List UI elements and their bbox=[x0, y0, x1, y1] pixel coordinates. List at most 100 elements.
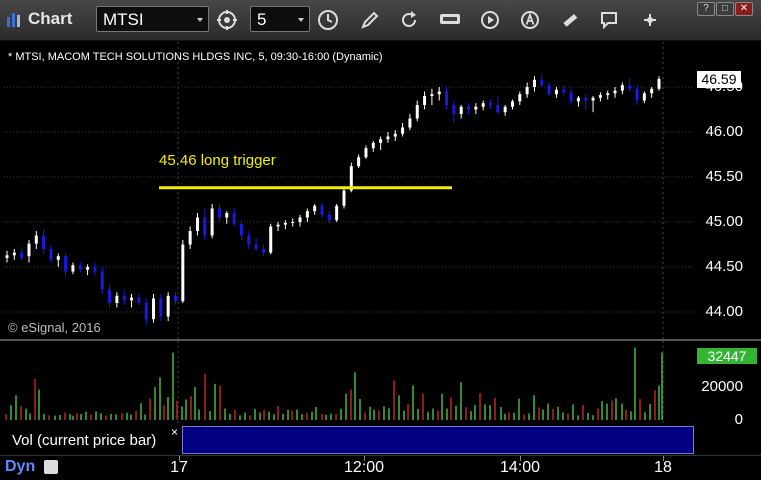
candle-body bbox=[232, 213, 236, 224]
candle-body bbox=[430, 94, 434, 96]
candle-body bbox=[642, 93, 646, 101]
candle-body bbox=[78, 265, 82, 270]
candle-body bbox=[437, 91, 441, 95]
candle-body bbox=[130, 297, 134, 301]
tools-icon[interactable] bbox=[556, 6, 584, 34]
study-legend-box[interactable] bbox=[182, 426, 694, 454]
candle-body bbox=[576, 97, 580, 102]
candle-body bbox=[628, 85, 632, 89]
candle-body bbox=[452, 105, 456, 114]
toolbar: Chart MTSI 5 ? □ ✕ bbox=[0, 0, 761, 41]
candle-body bbox=[122, 295, 126, 301]
candle-body bbox=[386, 136, 390, 140]
candle-body bbox=[379, 139, 383, 143]
candle-body bbox=[357, 157, 361, 167]
candle-body bbox=[291, 222, 295, 223]
refresh-icon[interactable] bbox=[395, 6, 423, 34]
candle-body bbox=[657, 78, 661, 89]
candle-body bbox=[195, 217, 199, 231]
candle-body bbox=[525, 87, 529, 95]
comment-icon[interactable] bbox=[595, 6, 623, 34]
candle-body bbox=[305, 211, 309, 218]
candle-body bbox=[342, 190, 346, 206]
candle-body bbox=[635, 88, 639, 101]
candle-body bbox=[393, 133, 397, 137]
candle-body bbox=[313, 205, 317, 212]
price-tick-label: 44.00 bbox=[705, 303, 743, 320]
draw-pencil-icon[interactable] bbox=[356, 6, 384, 34]
candle-body bbox=[489, 103, 493, 105]
time-tick-label: 14:00 bbox=[499, 459, 541, 476]
candle-body bbox=[239, 223, 243, 236]
price-tick-label: 45.00 bbox=[705, 213, 743, 230]
alert-icon[interactable] bbox=[516, 6, 544, 34]
candle-body bbox=[408, 118, 412, 128]
time-tick-label: 17 bbox=[170, 459, 188, 476]
candle-body bbox=[459, 106, 463, 114]
chevron-down-icon[interactable] bbox=[298, 18, 304, 22]
candle-body bbox=[71, 265, 75, 272]
candle-body bbox=[254, 244, 258, 249]
candle-body bbox=[56, 256, 60, 260]
time-axis[interactable]: 17 12:00 14:00 18 bbox=[0, 455, 761, 480]
candle-body bbox=[540, 79, 544, 86]
last-price-badge: 46.59 bbox=[697, 71, 741, 88]
candle-body bbox=[445, 91, 449, 105]
time-tick-label: 18 bbox=[654, 459, 672, 476]
price-tick-label: 44.50 bbox=[705, 258, 743, 275]
trigger-annotation-label[interactable]: 45.46 long trigger bbox=[159, 152, 276, 169]
candle-body bbox=[562, 89, 566, 93]
candle-body bbox=[173, 295, 177, 302]
candle-body bbox=[5, 255, 9, 258]
study-close-icon[interactable]: × bbox=[171, 425, 178, 439]
dynamic-mode-label[interactable]: Dyn bbox=[5, 458, 35, 476]
candle-body bbox=[225, 213, 229, 218]
candle-body bbox=[181, 244, 185, 302]
candle-body bbox=[606, 93, 610, 96]
candle-body bbox=[20, 252, 24, 258]
price-pane[interactable] bbox=[4, 42, 694, 339]
candle-body bbox=[327, 214, 331, 221]
study-label[interactable]: Vol (current price bar) bbox=[4, 430, 174, 452]
chevron-down-icon[interactable] bbox=[197, 18, 203, 22]
candle-body bbox=[159, 298, 163, 317]
candle-body bbox=[152, 298, 156, 320]
candle-body bbox=[496, 105, 500, 113]
candle-body bbox=[547, 85, 551, 95]
candle-body bbox=[371, 142, 375, 149]
candle-body bbox=[188, 231, 192, 245]
candle-body bbox=[364, 148, 368, 158]
help-button[interactable]: ? bbox=[697, 2, 715, 16]
chart-options-icon[interactable] bbox=[636, 6, 664, 34]
quote-get-icon[interactable] bbox=[436, 6, 464, 34]
candle-body bbox=[613, 90, 617, 94]
volume-tick-label: 20000 bbox=[701, 378, 743, 396]
link-icon[interactable] bbox=[213, 6, 241, 34]
candle-body bbox=[269, 226, 273, 253]
chart-header: * MTSI, MACOM TECH SOLUTIONS HLDGS INC, … bbox=[8, 51, 383, 63]
play-icon[interactable] bbox=[476, 6, 504, 34]
volume-tick-label: 0 bbox=[734, 411, 743, 428]
lock-icon[interactable] bbox=[44, 460, 58, 474]
candle-body bbox=[423, 96, 427, 105]
interval-clock-icon[interactable] bbox=[314, 6, 342, 34]
candle-body bbox=[115, 295, 119, 303]
candle-body bbox=[203, 217, 207, 236]
candle-body bbox=[100, 271, 104, 290]
candle-body bbox=[569, 92, 573, 102]
candle-body bbox=[401, 127, 405, 134]
maximize-button[interactable]: □ bbox=[716, 2, 734, 16]
interval-select[interactable]: 5 bbox=[250, 6, 310, 32]
candle-body bbox=[261, 249, 265, 253]
candle-body bbox=[510, 101, 514, 107]
symbol-input[interactable]: MTSI bbox=[96, 6, 209, 32]
volume-pane[interactable] bbox=[4, 341, 694, 425]
candle-body bbox=[481, 103, 485, 107]
candle-body bbox=[137, 297, 141, 303]
chart-app-icon bbox=[7, 13, 20, 27]
close-button[interactable]: ✕ bbox=[735, 2, 753, 16]
time-tick-label: 12:00 bbox=[343, 459, 385, 476]
candle-body bbox=[12, 252, 16, 256]
candle-body bbox=[247, 235, 251, 245]
candle-body bbox=[320, 205, 324, 215]
